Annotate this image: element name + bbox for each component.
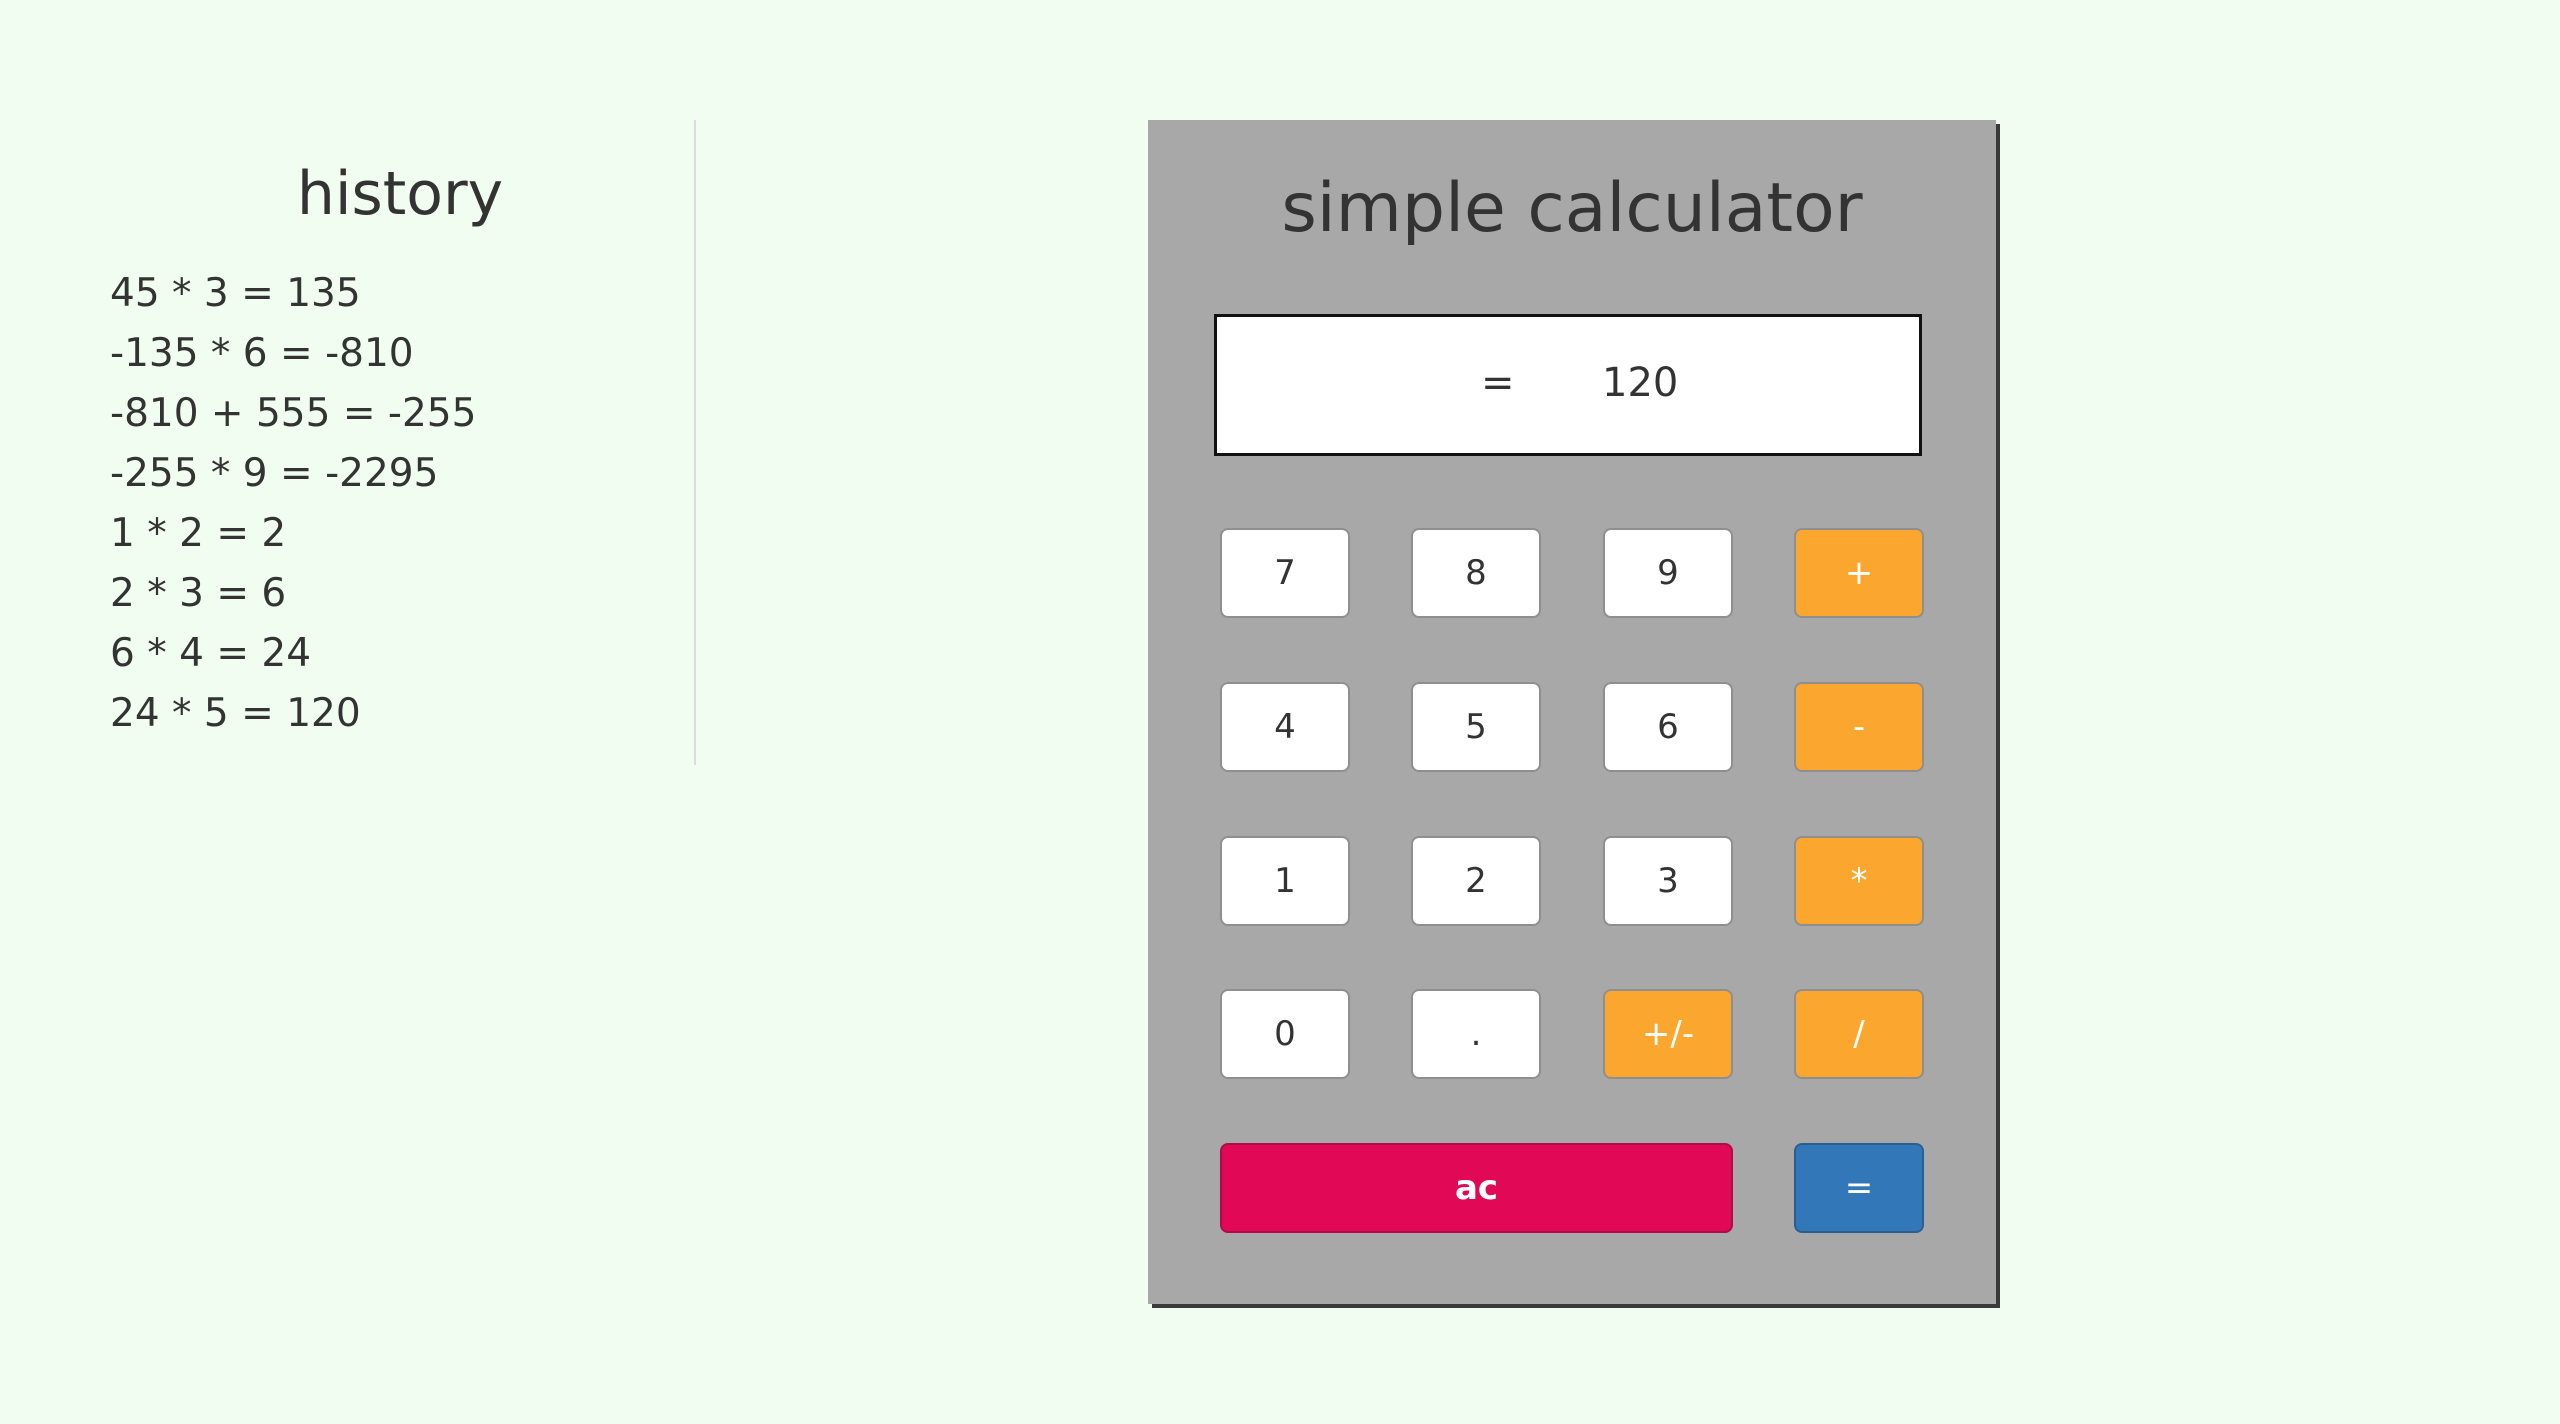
calculator: simple calculator = 120 7 8 9 + 4 5 6 - …	[1148, 120, 1996, 1304]
key-4-button[interactable]: 4	[1220, 682, 1350, 772]
key-8-button[interactable]: 8	[1411, 528, 1541, 618]
calculator-display: = 120	[1214, 314, 1922, 456]
key-5-button[interactable]: 5	[1411, 682, 1541, 772]
key-7-button[interactable]: 7	[1220, 528, 1350, 618]
multiply-button[interactable]: *	[1794, 836, 1924, 926]
display-operator: =	[1481, 360, 1515, 406]
subtract-button[interactable]: -	[1794, 682, 1924, 772]
calculator-title: simple calculator	[1281, 169, 1863, 248]
history-title: history	[296, 159, 504, 229]
key-9-button[interactable]: 9	[1603, 528, 1733, 618]
history-item: 45 * 3 = 135	[110, 271, 361, 316]
key-0-button[interactable]: 0	[1220, 989, 1350, 1079]
key-3-button[interactable]: 3	[1603, 836, 1733, 926]
history-item: -255 * 9 = -2295	[110, 451, 439, 496]
history-item: -810 + 555 = -255	[110, 391, 477, 436]
key-6-button[interactable]: 6	[1603, 682, 1733, 772]
decimal-button[interactable]: .	[1411, 989, 1541, 1079]
history-list: 45 * 3 = 135 -135 * 6 = -810 -810 + 555 …	[110, 264, 476, 744]
equals-button[interactable]: =	[1794, 1143, 1924, 1233]
history-item: 6 * 4 = 24	[110, 631, 312, 676]
divide-button[interactable]: /	[1794, 989, 1924, 1079]
history-item: 24 * 5 = 120	[110, 691, 361, 736]
key-1-button[interactable]: 1	[1220, 836, 1350, 926]
panel-divider	[694, 120, 696, 765]
history-item: 2 * 3 = 6	[110, 571, 287, 616]
add-button[interactable]: +	[1794, 528, 1924, 618]
display-value: 120	[1602, 360, 1679, 406]
history-item: 1 * 2 = 2	[110, 511, 287, 556]
history-item: -135 * 6 = -810	[110, 331, 414, 376]
page: history 45 * 3 = 135 -135 * 6 = -810 -81…	[0, 0, 2560, 1424]
clear-button[interactable]: ac	[1220, 1143, 1733, 1233]
negate-button[interactable]: +/-	[1603, 989, 1733, 1079]
key-2-button[interactable]: 2	[1411, 836, 1541, 926]
